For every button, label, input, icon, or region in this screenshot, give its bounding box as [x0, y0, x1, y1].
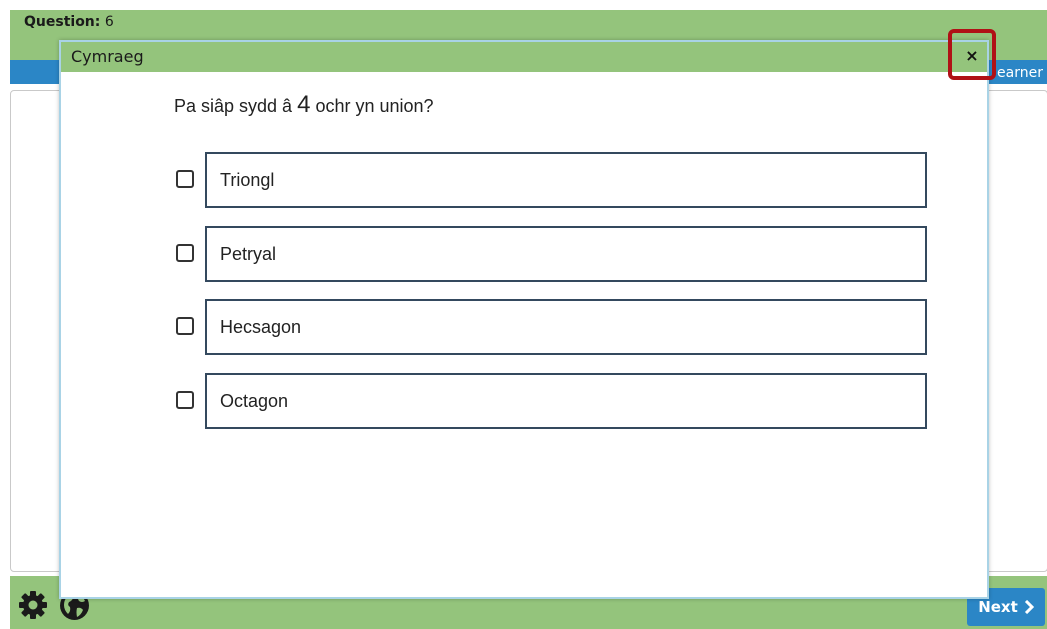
close-icon[interactable]: ×: [962, 46, 982, 66]
dialog-title: Cymraeg: [71, 47, 144, 66]
dialog-header: Cymraeg: [61, 42, 987, 72]
prompt-number: 4: [297, 91, 311, 118]
answer-option[interactable]: Triongl: [174, 152, 930, 210]
prompt-text-after: ochr yn union?: [315, 96, 434, 116]
question-prompt: Pa siâp sydd â 4 ochr yn union?: [174, 91, 434, 119]
answer-option[interactable]: Petryal: [174, 226, 930, 284]
answer-box[interactable]: Hecsagon: [205, 299, 927, 355]
answer-label: Triongl: [220, 170, 275, 190]
answer-option[interactable]: Hecsagon: [174, 299, 930, 357]
answer-label: Hecsagon: [220, 317, 302, 337]
answer-box[interactable]: Petryal: [205, 226, 927, 282]
answer-label: Octagon: [220, 391, 289, 411]
question-label: Question:: [24, 14, 101, 30]
answer-box[interactable]: Octagon: [205, 373, 927, 429]
question-indicator: Question: 6: [24, 14, 114, 30]
chevron-right-icon: [1024, 600, 1034, 614]
answer-checkbox[interactable]: [176, 391, 194, 409]
answer-checkbox[interactable]: [176, 170, 194, 188]
question-number: 6: [104, 14, 114, 30]
answer-checkbox[interactable]: [176, 317, 194, 335]
gear-icon[interactable]: [18, 590, 48, 620]
answer-label: Petryal: [220, 244, 277, 264]
answer-box[interactable]: Triongl: [205, 152, 927, 208]
answer-option[interactable]: Octagon: [174, 373, 930, 431]
next-label: Next: [978, 598, 1018, 616]
answer-checkbox[interactable]: [176, 244, 194, 262]
learner-tab[interactable]: earner: [997, 65, 1047, 81]
prompt-text-before: Pa siâp sydd â: [174, 96, 293, 116]
